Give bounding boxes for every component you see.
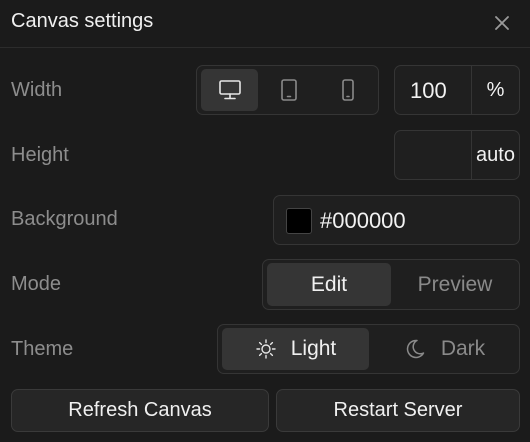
panel-title: Canvas settings — [11, 10, 154, 32]
device-toggle-group — [196, 65, 379, 115]
monitor-icon — [218, 79, 242, 101]
color-swatch[interactable] — [286, 208, 312, 234]
device-mobile-button[interactable] — [319, 69, 376, 111]
width-unit: % — [471, 66, 519, 114]
tablet-icon — [279, 78, 299, 102]
background-label: Background — [11, 208, 118, 230]
moon-icon — [403, 337, 427, 361]
phone-icon — [340, 78, 356, 102]
mode-edit-button[interactable]: Edit — [267, 263, 391, 306]
theme-light-button[interactable]: Light — [222, 328, 369, 370]
height-unit: auto — [471, 131, 519, 179]
height-label: Height — [11, 144, 69, 166]
mode-toggle-group: Edit Preview — [262, 259, 520, 310]
sun-icon — [255, 338, 277, 360]
restart-server-button[interactable]: Restart Server — [276, 389, 520, 432]
width-label: Width — [11, 79, 63, 101]
theme-dark-button[interactable]: Dark — [371, 328, 517, 370]
panel-header: Canvas settings — [0, 0, 530, 48]
theme-light-label: Light — [290, 337, 337, 360]
mode-preview-label: Preview — [417, 272, 493, 296]
background-color-value[interactable]: #000000 — [320, 208, 406, 234]
height-input-field[interactable]: auto — [394, 130, 520, 180]
refresh-canvas-button[interactable]: Refresh Canvas — [11, 389, 269, 432]
mode-label: Mode — [11, 273, 62, 295]
width-input-field[interactable]: 100 % — [394, 65, 520, 115]
mode-preview-button[interactable]: Preview — [393, 263, 517, 306]
background-color-field[interactable]: #000000 — [273, 195, 520, 245]
width-value[interactable]: 100 — [410, 78, 447, 104]
theme-dark-label: Dark — [440, 337, 486, 360]
device-tablet-button[interactable] — [260, 69, 317, 111]
close-icon[interactable] — [491, 12, 513, 34]
device-desktop-button[interactable] — [201, 69, 258, 111]
theme-toggle-group: Light Dark — [217, 324, 520, 374]
theme-label: Theme — [11, 338, 74, 360]
mode-edit-label: Edit — [310, 272, 348, 296]
